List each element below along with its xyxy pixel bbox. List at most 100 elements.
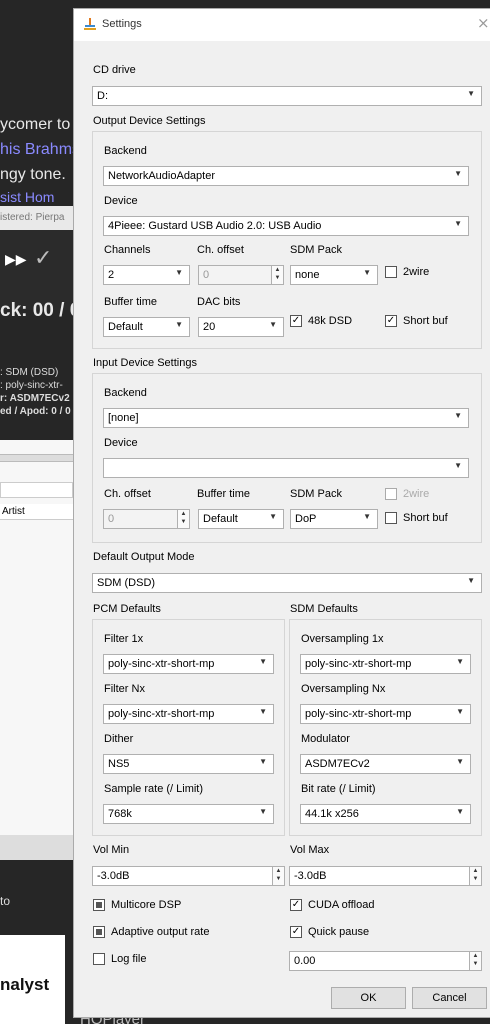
cancel-button[interactable]: Cancel: [412, 987, 487, 1009]
check-icon: ✓: [385, 315, 397, 327]
checkbox-box: [385, 512, 397, 524]
spin-arrows-icon[interactable]: ▲ ▼: [272, 867, 284, 885]
output-device-select[interactable]: 4Pieee: Gustard USB Audio 2.0: USB Audio…: [103, 216, 469, 236]
short-buf-checkbox[interactable]: ✓ Short buf: [385, 315, 448, 327]
bg-text-line: ngy tone.: [0, 166, 66, 183]
vol-max-spinbox[interactable]: -3.0dB ▲ ▼: [289, 866, 482, 886]
chevron-down-icon: ▼: [454, 411, 462, 420]
cd-drive-select[interactable]: D: ▼: [92, 86, 482, 106]
bg-info-line: : poly-sinc-xtr-: [0, 380, 63, 391]
chevron-down-icon: ▼: [259, 657, 267, 666]
input-device-label: Device: [104, 437, 138, 449]
chevron-down-icon: ▼: [363, 268, 371, 277]
input-device-select[interactable]: ▼: [103, 458, 469, 478]
default-output-mode-select[interactable]: SDM (DSD) ▼: [92, 573, 482, 593]
close-icon[interactable]: ×: [477, 14, 490, 32]
input-sdm-pack-select[interactable]: DoP ▼: [290, 509, 378, 529]
ch-offset-spinbox[interactable]: 0 ▲ ▼: [198, 265, 284, 285]
vol-max-label: Vol Max: [290, 844, 330, 856]
input-twowire-checkbox[interactable]: 2wire: [385, 488, 429, 500]
bg-text-line: ycomer to l: [0, 116, 79, 133]
bg-logo-panel: nalyst: [0, 935, 65, 1024]
vol-min-spinbox[interactable]: -3.0dB ▲ ▼: [92, 866, 285, 886]
checkbox-box: [93, 899, 105, 911]
input-group-title: Input Device Settings: [93, 357, 197, 369]
dialog-title: Settings: [102, 18, 142, 30]
input-buffer-time-select[interactable]: Default ▼: [198, 509, 284, 529]
chevron-down-icon: ▼: [456, 757, 464, 766]
chevron-down-icon: ▼: [259, 707, 267, 716]
pcm-group-title: PCM Defaults: [93, 603, 161, 615]
chevron-down-icon: ▼: [456, 807, 464, 816]
vol-min-label: Vol Min: [93, 844, 130, 856]
chevron-down-icon: ▼: [456, 657, 464, 666]
default-output-mode-label: Default Output Mode: [93, 551, 195, 563]
os1x-select[interactable]: poly-sinc-xtr-short-mp ▼: [300, 654, 471, 674]
input-ch-offset-label: Ch. offset: [104, 488, 151, 500]
osnx-select[interactable]: poly-sinc-xtr-short-mp ▼: [300, 704, 471, 724]
input-backend-select[interactable]: [none] ▼: [103, 408, 469, 428]
pcm-defaults-group: Filter 1x poly-sinc-xtr-short-mp ▼ Filter…: [92, 619, 285, 836]
input-ch-offset-spinbox[interactable]: 0 ▲ ▼: [103, 509, 190, 529]
chevron-down-icon: ▼: [467, 576, 475, 585]
adaptive-rate-checkbox[interactable]: Adaptive output rate: [93, 926, 209, 938]
quick-pause-checkbox[interactable]: ✓ Quick pause: [290, 926, 369, 938]
fast-forward-icon[interactable]: ▶▶: [5, 252, 27, 268]
check-icon: ✓: [290, 899, 302, 911]
check-icon[interactable]: ✓: [34, 246, 52, 271]
log-value-spinbox[interactable]: 0.00 ▲ ▼: [289, 951, 482, 971]
artist-column-header[interactable]: Artist: [0, 504, 73, 520]
checkbox-box: [385, 266, 397, 278]
dsd48k-checkbox[interactable]: ✓ 48k DSD: [290, 315, 352, 327]
osnx-label: Oversampling Nx: [301, 683, 386, 695]
spin-arrows-icon[interactable]: ▲ ▼: [177, 510, 189, 528]
channels-select[interactable]: 2 ▼: [103, 265, 190, 285]
dac-bits-select[interactable]: 20 ▼: [198, 317, 284, 337]
buffer-time-select[interactable]: Default ▼: [103, 317, 190, 337]
cd-drive-label: CD drive: [93, 64, 136, 76]
sdm-defaults-group: Oversampling 1x poly-sinc-xtr-short-mp ▼ …: [289, 619, 482, 836]
checkbox-box: [385, 488, 397, 500]
logo-text: nalyst: [0, 975, 50, 994]
ok-button[interactable]: OK: [331, 987, 406, 1009]
channels-label: Channels: [104, 244, 151, 256]
output-backend-label: Backend: [104, 145, 147, 157]
output-device-group: Backend NetworkAudioAdapter ▼ Device 4Pie…: [92, 131, 482, 349]
title-bar: Settings ×: [74, 9, 490, 41]
bg-registered: istered: Pierpa: [0, 212, 65, 223]
chevron-down-icon: ▼: [175, 320, 183, 329]
twowire-checkbox[interactable]: 2wire: [385, 266, 429, 278]
spin-arrows-icon[interactable]: ▲ ▼: [469, 867, 481, 885]
bg-info-line: ed / Apod: 0 / 0: [0, 406, 71, 417]
input-short-buf-checkbox[interactable]: Short buf: [385, 512, 448, 524]
bit-rate-select[interactable]: 44.1k x256 ▼: [300, 804, 471, 824]
chevron-down-icon: ▼: [454, 169, 462, 178]
filternx-select[interactable]: poly-sinc-xtr-short-mp ▼: [103, 704, 274, 724]
modulator-select[interactable]: ASDM7ECv2 ▼: [300, 754, 471, 774]
dither-label: Dither: [104, 733, 134, 745]
chevron-down-icon: ▼: [269, 512, 277, 521]
checkbox-box: [93, 953, 105, 965]
bg-status-strip: istered: Pierpa: [0, 206, 73, 230]
log-file-checkbox[interactable]: Log file: [93, 953, 146, 965]
settings-dialog: Settings × CD drive D: ▼ Output Device Se…: [73, 8, 490, 1018]
ch-offset-label: Ch. offset: [197, 244, 244, 256]
filter1x-label: Filter 1x: [104, 633, 144, 645]
bg-info-line: : SDM (DSD): [0, 367, 59, 378]
filter1x-select[interactable]: poly-sinc-xtr-short-mp ▼: [103, 654, 274, 674]
spin-arrows-icon[interactable]: ▲ ▼: [271, 266, 283, 284]
sample-rate-select[interactable]: 768k ▼: [103, 804, 274, 824]
cuda-checkbox[interactable]: ✓ CUDA offload: [290, 899, 374, 911]
dac-bits-label: DAC bits: [197, 296, 241, 308]
chevron-down-icon: ▼: [456, 707, 464, 716]
filternx-label: Filter Nx: [104, 683, 145, 695]
sdm-pack-select[interactable]: none ▼: [290, 265, 378, 285]
bg-text-line: his Brahms: [0, 141, 81, 158]
multicore-checkbox[interactable]: Multicore DSP: [93, 899, 181, 911]
dither-select[interactable]: NS5 ▼: [103, 754, 274, 774]
check-icon: ✓: [290, 926, 302, 938]
chevron-down-icon: ▼: [454, 461, 462, 470]
output-backend-select[interactable]: NetworkAudioAdapter ▼: [103, 166, 469, 186]
chevron-down-icon: ▼: [175, 268, 183, 277]
spin-arrows-icon[interactable]: ▲ ▼: [469, 952, 481, 970]
